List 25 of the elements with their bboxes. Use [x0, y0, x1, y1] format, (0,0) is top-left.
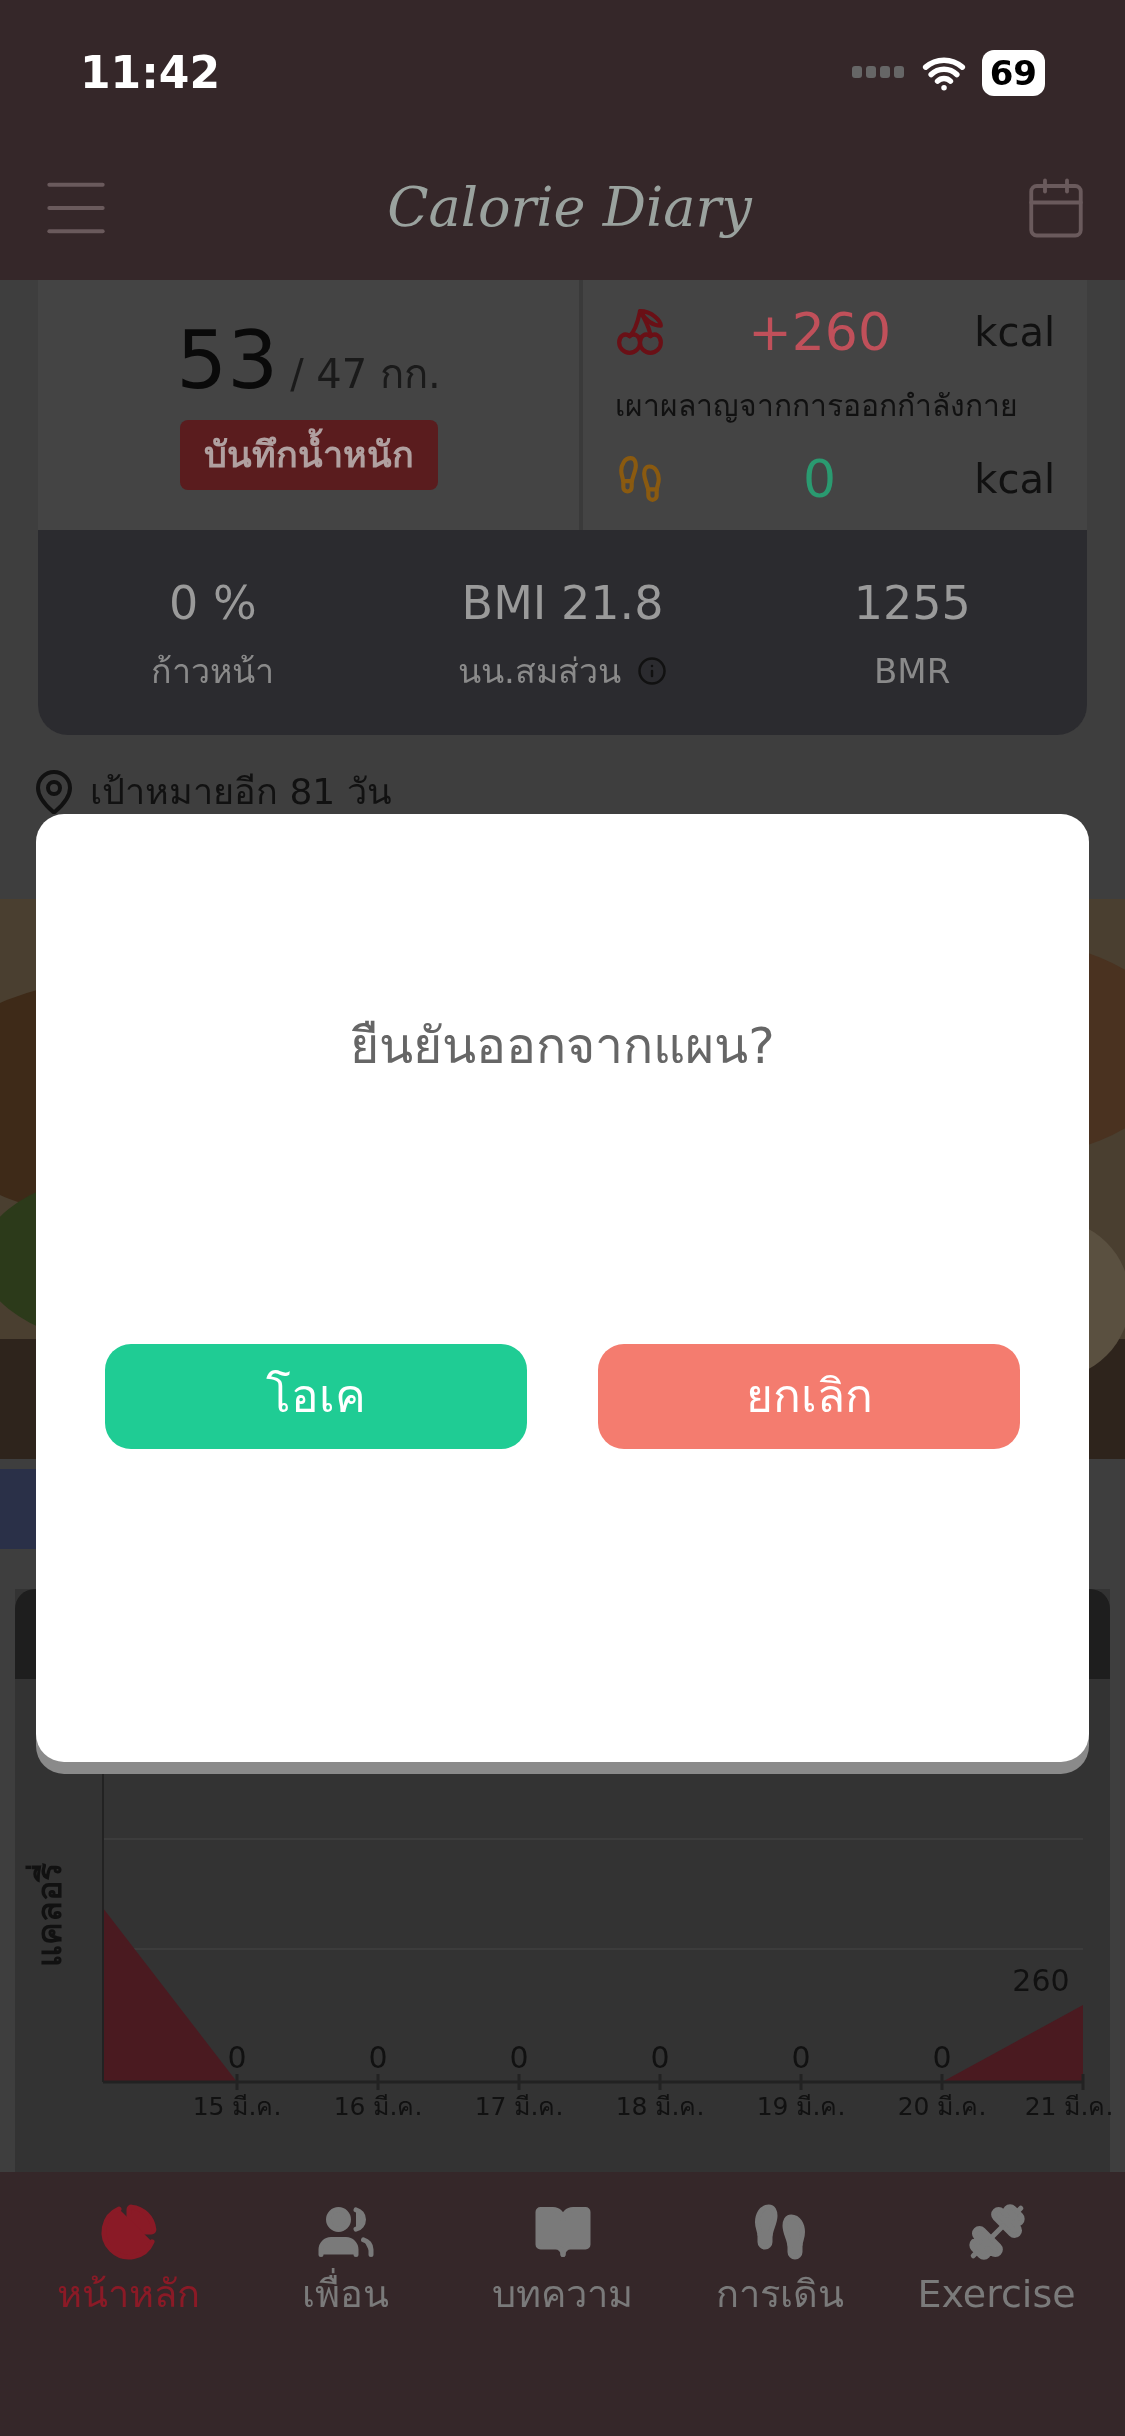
stat-label: นน.สมส่วน: [458, 649, 621, 693]
cancel-button[interactable]: ยกเลิก: [598, 1344, 1020, 1449]
stat-label: ก้าวหน้า: [151, 649, 275, 693]
battery-level: 69: [981, 49, 1045, 96]
pie-chart-icon: [98, 2202, 159, 2262]
app-logo: Calorie Diary: [387, 175, 752, 241]
signal-icon: [851, 65, 906, 80]
kcal-value: 0: [803, 447, 837, 511]
nav-tab[interactable]: เพื่อน: [237, 2202, 454, 2352]
stat-value: BMI 21.8: [461, 574, 664, 632]
cherry-icon: [615, 306, 665, 357]
dialog-message: ยืนยันออกจากแผน?: [350, 1016, 775, 1077]
info-icon[interactable]: [636, 656, 667, 686]
status-time: 11:42: [80, 45, 221, 100]
nav-tab[interactable]: Exercise: [888, 2202, 1105, 2352]
stat-value: 0 %: [169, 574, 257, 632]
nav-tab[interactable]: การเดิน: [671, 2202, 888, 2352]
ok-button[interactable]: โอเค: [105, 1344, 527, 1449]
stat-label: BMR: [874, 649, 951, 693]
current-weight: 53: [176, 320, 279, 401]
dumbbell-icon: [966, 2202, 1027, 2262]
nav-tab[interactable]: บทความ: [454, 2202, 671, 2352]
kcal-value: +260: [748, 300, 891, 364]
stat-value: 1255: [853, 574, 971, 632]
record-weight-button[interactable]: บันทึกน้ำหนัก: [179, 419, 438, 490]
